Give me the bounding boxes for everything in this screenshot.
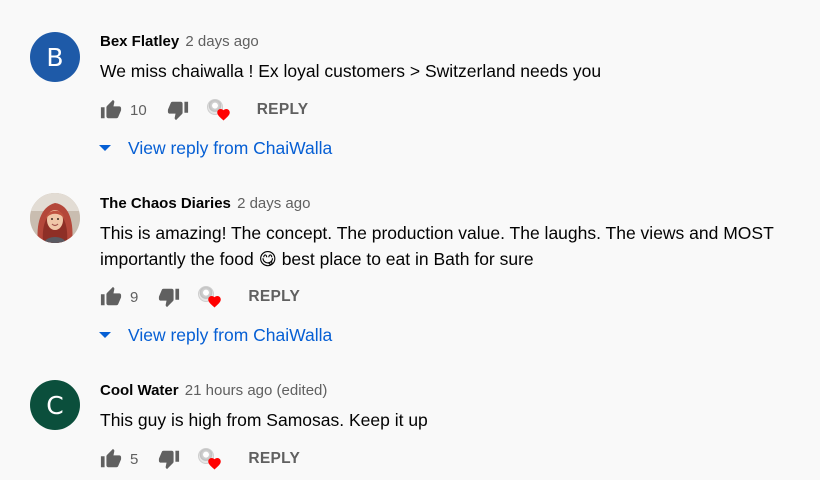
comment-actions: 5 REPLY [100,444,300,474]
comment-timestamp[interactable]: 2 days ago [185,33,258,50]
caret-down-icon [98,143,112,153]
view-replies-label: View reply from ChaiWalla [128,324,333,345]
comment-text-line: We miss chaiwalla ! Ex loyal customers >… [100,61,602,81]
avatar[interactable]: C [30,380,80,430]
reply-button[interactable]: REPLY [257,101,309,119]
comment-timestamp[interactable]: 2 days ago [237,195,310,212]
comment-actions: 10 REPLY [100,95,308,125]
like-count: 9 [130,288,139,306]
comment-text: We miss chaiwalla ! Ex loyal customers >… [100,58,790,84]
comment-text: This is amazing! The concept. The produc… [100,220,790,273]
author-name[interactable]: Cool Water [100,382,179,399]
author-name[interactable]: The Chaos Diaries [100,195,231,212]
heart-icon [208,458,222,470]
comment-header: Cool Water 21 hours ago (edited) [100,382,327,399]
creator-heart-badge [205,97,231,123]
comment-actions: 9 REPLY [100,282,300,312]
thumbs-up-icon[interactable] [100,99,122,121]
like-count: 5 [130,450,139,468]
view-replies-button[interactable]: View reply from ChaiWalla [98,135,332,161]
heart-icon [216,109,230,121]
emoji: 😋 [258,250,277,270]
thumbs-down-icon[interactable] [158,286,180,308]
reply-button[interactable]: REPLY [248,450,300,468]
view-replies-button[interactable]: View reply from ChaiWalla [98,322,332,348]
comment-header: Bex Flatley 2 days ago [100,33,259,50]
comment-text: This guy is high from Samosas. Keep it u… [100,407,790,433]
thumbs-up-icon[interactable] [100,286,122,308]
comment-text-line: This is amazing! The concept. The produc… [100,223,774,243]
avatar[interactable]: B [30,32,80,82]
comment-text-segment: best place to eat in Bath for sure [281,249,534,269]
reply-button[interactable]: REPLY [248,288,300,306]
comment-timestamp[interactable]: 21 hours ago (edited) [185,382,328,399]
thumbs-up-icon[interactable] [100,448,122,470]
creator-heart-badge [196,284,222,310]
creator-heart-badge [196,446,222,472]
author-name[interactable]: Bex Flatley [100,33,179,50]
avatar-photo-icon [30,193,80,243]
comment-text-line: This guy is high from Samosas. Keep it u… [100,410,428,430]
avatar-letter: C [46,390,64,420]
comment-text-line: importantly the food 😋 best place to eat… [100,246,790,273]
caret-down-icon [98,330,112,340]
avatar[interactable] [30,193,80,243]
thumbs-down-icon[interactable] [158,448,180,470]
view-replies-label: View reply from ChaiWalla [128,137,333,158]
comment-header: The Chaos Diaries 2 days ago [100,195,310,212]
like-count: 10 [130,101,147,119]
thumbs-down-icon[interactable] [167,99,189,121]
heart-icon [208,296,222,308]
avatar-letter: B [46,42,64,72]
comment-text-segment: importantly the food [100,249,254,269]
